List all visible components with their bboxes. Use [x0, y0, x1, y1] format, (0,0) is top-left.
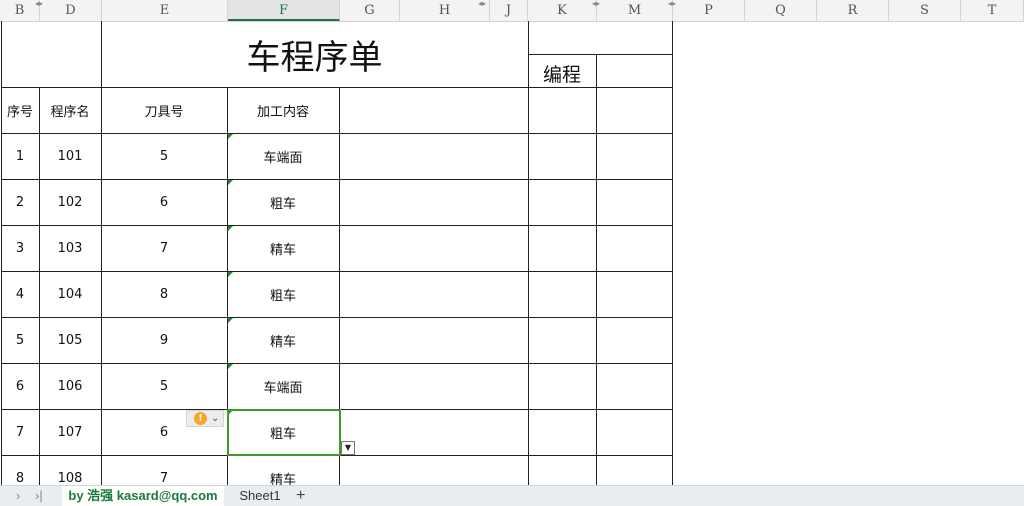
worksheet-grid[interactable]: 车程序单 编程 序号 程序名 刀具号 加工内容 1 101 5 车端面 2 10… — [0, 21, 1024, 485]
col-header-g[interactable]: G — [340, 0, 400, 21]
row-content[interactable]: 车端面 — [227, 363, 339, 409]
row-tool[interactable]: 7 — [101, 225, 227, 271]
hidden-column-marker[interactable]: ◂▸ — [668, 0, 676, 8]
col-header-f[interactable]: F — [228, 0, 340, 21]
col-header-k[interactable]: K — [528, 0, 597, 21]
col-header-q[interactable]: Q — [745, 0, 817, 21]
hidden-column-marker[interactable]: ◂▸ — [35, 0, 43, 8]
col-header-s[interactable]: S — [889, 0, 961, 21]
header-seq[interactable]: 序号 — [1, 87, 39, 133]
row-tool[interactable]: 5 — [101, 363, 227, 409]
col-header-m[interactable]: M — [597, 0, 673, 21]
header-program-name[interactable]: 程序名 — [39, 87, 101, 133]
sheet-tab-bar: › ›| by 浩强 kasard@qq.com Sheet1 + — [0, 485, 1024, 506]
chevron-down-icon: ⌄ — [211, 413, 220, 424]
row-content[interactable]: 车端面 — [227, 133, 339, 179]
active-cell-selection[interactable] — [227, 409, 341, 456]
row-tool[interactable]: 8 — [101, 271, 227, 317]
header-content[interactable]: 加工内容 — [227, 87, 339, 133]
dropdown-arrow-icon[interactable]: ▼ — [341, 441, 355, 455]
row-tool[interactable]: 9 — [101, 317, 227, 363]
error-indicator-icon — [228, 318, 233, 323]
sheet-title[interactable]: 车程序单 — [101, 21, 528, 87]
row-program[interactable]: 105 — [39, 317, 101, 363]
row-program[interactable]: 102 — [39, 179, 101, 225]
hidden-column-marker[interactable]: ◂▸ — [478, 0, 486, 8]
error-indicator-icon — [228, 134, 233, 139]
last-sheet-icon[interactable]: ›| — [35, 488, 43, 504]
row-seq[interactable]: 7 — [1, 409, 39, 455]
row-seq[interactable]: 3 — [1, 225, 39, 271]
row-seq[interactable]: 5 — [1, 317, 39, 363]
hidden-column-marker[interactable]: ◂▸ — [592, 0, 600, 8]
error-indicator-icon — [228, 180, 233, 185]
row-program[interactable]: 104 — [39, 271, 101, 317]
row-tool[interactable]: 5 — [101, 133, 227, 179]
row-content[interactable]: 粗车 — [227, 179, 339, 225]
error-indicator-icon — [228, 272, 233, 277]
col-header-d[interactable]: D — [40, 0, 102, 21]
row-program[interactable]: 106 — [39, 363, 101, 409]
column-header-bar: B D E F G H J K M P Q R S T ◂▸ ◂▸ ◂▸ ◂▸ — [0, 0, 1024, 22]
row-content[interactable]: 精车 — [227, 317, 339, 363]
row-program[interactable]: 108 — [39, 455, 101, 486]
row-content[interactable]: 粗车 — [227, 271, 339, 317]
col-header-h[interactable]: H — [400, 0, 490, 21]
row-content[interactable]: 精车 — [227, 225, 339, 271]
header-tool-no[interactable]: 刀具号 — [101, 87, 227, 133]
row-content[interactable]: 精车 — [227, 455, 339, 486]
tab-sheet-author[interactable]: by 浩强 kasard@qq.com — [62, 486, 224, 506]
programmer-label[interactable]: 编程 — [528, 59, 596, 87]
add-sheet-button[interactable]: + — [296, 486, 305, 506]
row-program[interactable]: 103 — [39, 225, 101, 271]
col-header-e[interactable]: E — [102, 0, 228, 21]
row-program[interactable]: 101 — [39, 133, 101, 179]
col-header-t[interactable]: T — [961, 0, 1024, 21]
col-header-p[interactable]: P — [673, 0, 745, 21]
row-seq[interactable]: 1 — [1, 133, 39, 179]
row-seq[interactable]: 8 — [1, 455, 39, 486]
error-smart-tag-button[interactable]: ! ⌄ — [186, 410, 224, 427]
row-tool[interactable]: 6 — [101, 179, 227, 225]
row-program[interactable]: 107 — [39, 409, 101, 455]
tab-sheet1[interactable]: Sheet1 — [232, 486, 288, 506]
col-header-b[interactable]: B — [0, 0, 40, 21]
row-tool[interactable]: 7 — [101, 455, 227, 486]
row-seq[interactable]: 6 — [1, 363, 39, 409]
row-seq[interactable]: 4 — [1, 271, 39, 317]
warning-icon: ! — [194, 412, 207, 425]
chevron-right-icon[interactable]: › — [16, 488, 20, 504]
error-indicator-icon — [228, 226, 233, 231]
row-seq[interactable]: 2 — [1, 179, 39, 225]
col-header-j[interactable]: J — [490, 0, 528, 21]
col-header-r[interactable]: R — [817, 0, 889, 21]
error-indicator-icon — [228, 364, 233, 369]
